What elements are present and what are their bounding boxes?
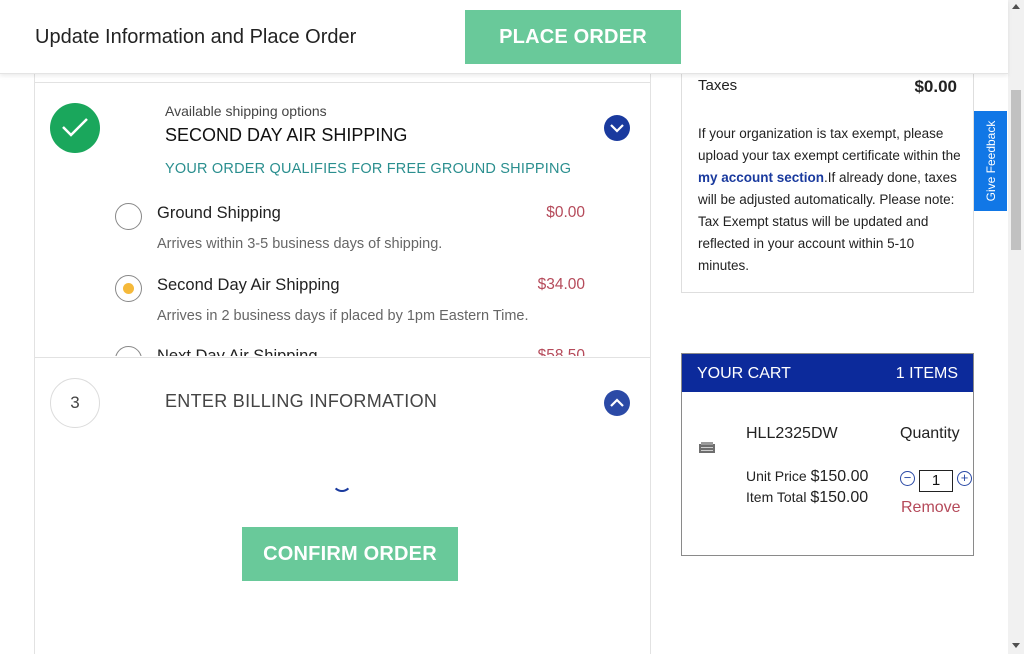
option-description: Arrives within 3-5 business days of ship… — [157, 236, 443, 252]
shipping-option-next-day[interactable]: Next Day Air Shipping $58.50 — [35, 334, 650, 356]
page-title: Update Information and Place Order — [35, 26, 357, 48]
loading-spinner-icon — [332, 472, 352, 492]
option-description: Arrives in 2 business days if placed by … — [157, 308, 529, 324]
step-number: 3 — [50, 378, 100, 428]
radio-ground-shipping[interactable] — [115, 203, 142, 230]
minus-icon[interactable]: − — [900, 471, 915, 486]
tax-note-text: If your organization is tax exempt, plea… — [698, 126, 961, 163]
tax-exempt-note: If your organization is tax exempt, plea… — [698, 123, 963, 277]
free-shipping-notice: YOUR ORDER QUALIFIES FOR FREE GROUND SHI… — [165, 161, 572, 177]
quantity-input[interactable]: 1 — [919, 470, 953, 492]
option-name: Next Day Air Shipping — [157, 347, 318, 356]
shipping-option-ground[interactable]: Ground Shipping $0.00 Arrives within 3-5… — [35, 190, 650, 262]
cart-title: YOUR CART — [697, 365, 791, 382]
remove-item-link[interactable]: Remove — [901, 499, 961, 517]
shipping-option-second-day[interactable]: Second Day Air Shipping $34.00 Arrives i… — [35, 262, 650, 334]
place-order-button[interactable]: PLACE ORDER — [465, 10, 681, 64]
item-total-label: Item Total — [746, 489, 807, 505]
tax-note-text: .If already done, taxes will be adjusted… — [698, 170, 957, 273]
chevron-down-icon[interactable] — [604, 115, 630, 141]
cart-panel: YOUR CART 1 ITEMS HLL2325DW Quantity Uni… — [681, 353, 974, 556]
option-name: Ground Shipping — [157, 204, 281, 222]
option-price: $34.00 — [537, 276, 585, 293]
radio-next-day-shipping[interactable] — [115, 346, 142, 356]
printer-icon — [698, 441, 716, 454]
plus-icon[interactable]: + — [957, 471, 972, 486]
scroll-up-icon[interactable] — [1012, 4, 1020, 9]
billing-step-title[interactable]: ENTER BILLING INFORMATION — [165, 391, 437, 412]
unit-price-value: $150.00 — [810, 468, 869, 485]
taxes-label: Taxes — [698, 77, 738, 94]
selected-shipping-method: SECOND DAY AIR SHIPPING — [165, 125, 408, 145]
taxes-value: $0.00 — [914, 77, 957, 96]
product-sku[interactable]: HLL2325DW — [746, 425, 838, 443]
my-account-link[interactable]: my account section — [698, 170, 824, 185]
give-feedback-tab[interactable]: Give Feedback — [974, 111, 1007, 211]
confirm-order-button[interactable]: CONFIRM ORDER — [242, 527, 458, 581]
available-shipping-label: Available shipping options — [165, 103, 327, 119]
cart-item-count: 1 ITEMS — [895, 365, 958, 382]
divider — [35, 357, 650, 358]
page-scrollbar[interactable] — [1008, 0, 1024, 654]
item-total-row: Item Total $150.00 — [746, 489, 868, 507]
option-name: Second Day Air Shipping — [157, 276, 340, 294]
chevron-up-icon[interactable] — [604, 390, 630, 416]
scroll-thumb[interactable] — [1011, 90, 1021, 250]
item-total-value: $150.00 — [810, 489, 869, 506]
top-bar: Update Information and Place Order PLACE… — [0, 0, 1008, 74]
radio-second-day-shipping[interactable] — [115, 275, 142, 302]
cart-header: YOUR CART 1 ITEMS — [682, 354, 973, 392]
option-price: $0.00 — [546, 204, 585, 221]
unit-price-label: Unit Price — [746, 468, 807, 484]
shipping-options-list[interactable]: Ground Shipping $0.00 Arrives within 3-5… — [35, 190, 650, 356]
divider — [35, 82, 650, 83]
option-price: $58.50 — [537, 347, 585, 356]
step-complete-check-icon — [50, 103, 100, 153]
feedback-label: Give Feedback — [983, 120, 998, 202]
tax-summary: Taxes $0.00 If your organization is tax … — [681, 66, 974, 293]
quantity-label: Quantity — [900, 425, 960, 442]
unit-price-row: Unit Price $150.00 — [746, 468, 868, 486]
scroll-down-icon[interactable] — [1012, 643, 1020, 648]
